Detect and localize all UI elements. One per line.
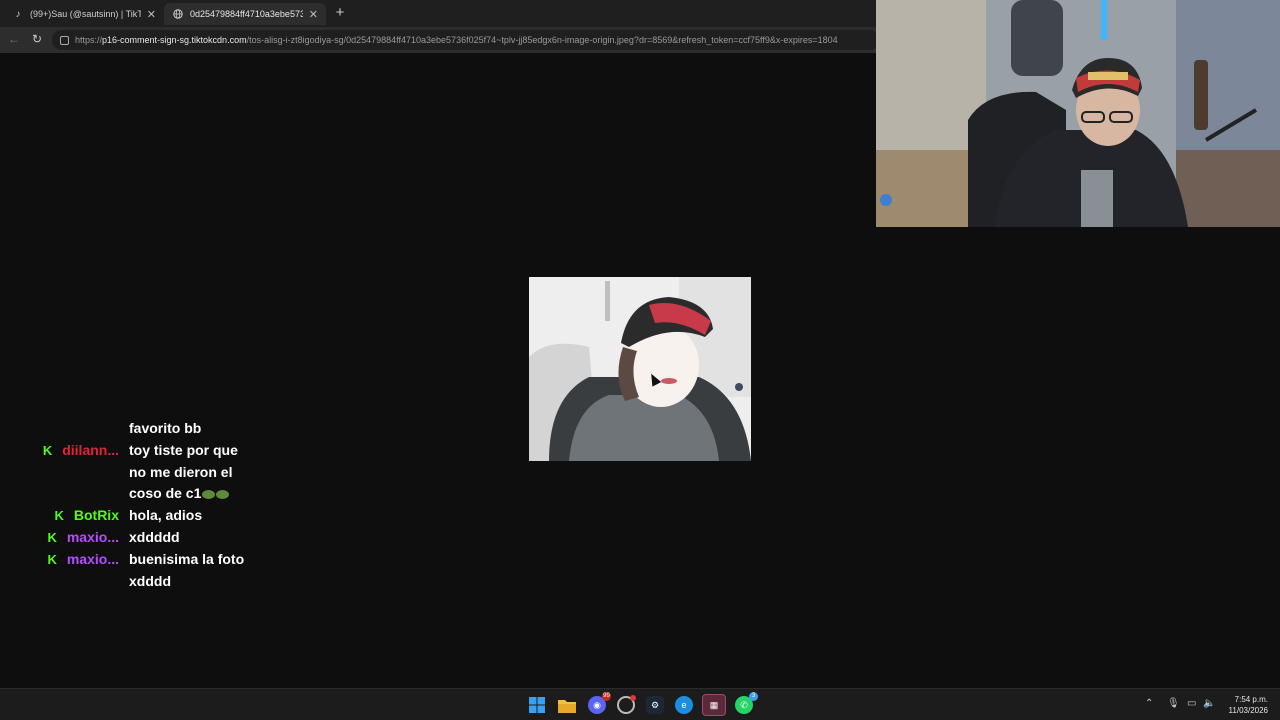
chat-text: favorito bb [129, 418, 269, 440]
chat-user: Kmaxio... [36, 527, 129, 549]
chat-user: Kmaxio... [36, 549, 129, 571]
url-scheme: https:// [75, 35, 103, 45]
url-path: /tos-alisg-i-zt8igodiya-sg/0d25479884ff4… [246, 35, 838, 45]
browser-toolbar: ← ↻ https:// p16-comment-sign-sg.tiktokc… [0, 27, 880, 53]
new-tab-button[interactable]: + [332, 4, 348, 21]
chat-text: toy tiste por que no me dieron el coso d… [129, 440, 269, 505]
recording-dot [630, 695, 636, 701]
chat-text: hola, adios [129, 505, 269, 527]
chat-user: Kdiilann... [36, 440, 129, 462]
chat-overlay: favorito bb Kdiilann... toy tiste por que … [36, 418, 296, 593]
chat-username[interactable]: maxio... [67, 527, 119, 549]
emote-group [201, 485, 230, 501]
steam-icon[interactable]: ⚙ [646, 696, 664, 714]
displayed-photo[interactable] [529, 277, 751, 461]
clock-time: 7:54 p.m. [1234, 695, 1268, 704]
tab-title: 0d25479884ff4710a3ebe5736f025 [190, 9, 303, 19]
chat-text-content: hola, adios [129, 507, 203, 523]
notification-badge: 3 [749, 692, 758, 701]
obs-icon[interactable] [617, 695, 636, 714]
reload-icon[interactable]: ↻ [32, 32, 42, 46]
chat-message: Kdiilann... toy tiste por que no me diero… [36, 440, 296, 505]
edge-icon[interactable]: e [675, 696, 693, 714]
chat-username[interactable]: BotRix [74, 505, 119, 527]
chat-username[interactable]: maxio... [67, 549, 119, 571]
frog-emote-icon [202, 489, 216, 499]
microphone-icon[interactable]: 🎙 [1167, 698, 1180, 709]
globe-icon [172, 8, 184, 20]
chat-text: xddddd [129, 527, 269, 549]
whatsapp-icon[interactable]: ✆ 3 [735, 692, 758, 714]
file-explorer-icon[interactable] [558, 696, 576, 714]
kick-badge-icon: K [42, 443, 53, 458]
close-icon[interactable]: ✕ [147, 8, 156, 21]
taskbar: ◉ 99 ⚙ e ▦ ✆ 3 ⌃ 🎙 ▭ 🔈 7:54 p.m. 11/03/2… [0, 688, 1280, 720]
chat-username[interactable]: diilann... [62, 440, 119, 462]
chat-message: Kmaxio... xddddd [36, 527, 296, 549]
browser-tab-bar: ♪ (99+)Sau (@sautsinn) | TikTok ✕ 0d2547… [0, 0, 876, 27]
notification-badge: 99 [602, 692, 611, 701]
kick-badge-icon: K [47, 552, 57, 567]
chat-text-content: favorito bb [129, 420, 202, 436]
chevron-up-icon[interactable]: ⌃ [1145, 698, 1153, 709]
chat-text-content: buenisima la foto xdddd [129, 551, 245, 589]
streaming-app-icon[interactable]: ▦ [702, 694, 726, 716]
kick-badge-icon: K [54, 508, 64, 523]
frog-emote-icon [216, 489, 230, 499]
url-host: p16-comment-sign-sg.tiktokcdn.com [102, 35, 247, 45]
chat-user: K BotRix [36, 505, 129, 527]
chat-message: K BotRix hola, adios [36, 505, 296, 527]
tab-tiktok[interactable]: ♪ (99+)Sau (@sautsinn) | TikTok ✕ [4, 3, 164, 25]
discord-icon[interactable]: ◉ 99 [588, 692, 611, 714]
chat-message: Kmaxio... buenisima la foto xdddd [36, 549, 296, 592]
chat-text-content: xddddd [129, 529, 180, 545]
network-icon[interactable]: ▭ [1187, 698, 1196, 709]
webcam-overlay [876, 0, 1280, 227]
back-arrow-icon[interactable]: ← [8, 32, 20, 46]
tab-title: (99+)Sau (@sautsinn) | TikTok [30, 9, 141, 19]
site-info-icon[interactable] [60, 35, 69, 45]
address-bar[interactable]: https:// p16-comment-sign-sg.tiktokcdn.c… [52, 30, 880, 50]
start-icon[interactable] [528, 696, 546, 714]
close-icon[interactable]: ✕ [309, 8, 318, 21]
speaker-icon[interactable]: 🔈 [1203, 698, 1215, 709]
tiktok-icon: ♪ [15, 8, 21, 20]
clock-date: 11/03/2026 [1228, 706, 1268, 715]
kick-badge-icon: K [47, 530, 57, 545]
chat-message: favorito bb [36, 418, 296, 440]
chat-text: buenisima la foto xdddd [129, 549, 269, 592]
tab-image[interactable]: 0d25479884ff4710a3ebe5736f025 ✕ [164, 3, 326, 25]
system-clock[interactable]: 7:54 p.m. 11/03/2026 [1229, 694, 1268, 716]
